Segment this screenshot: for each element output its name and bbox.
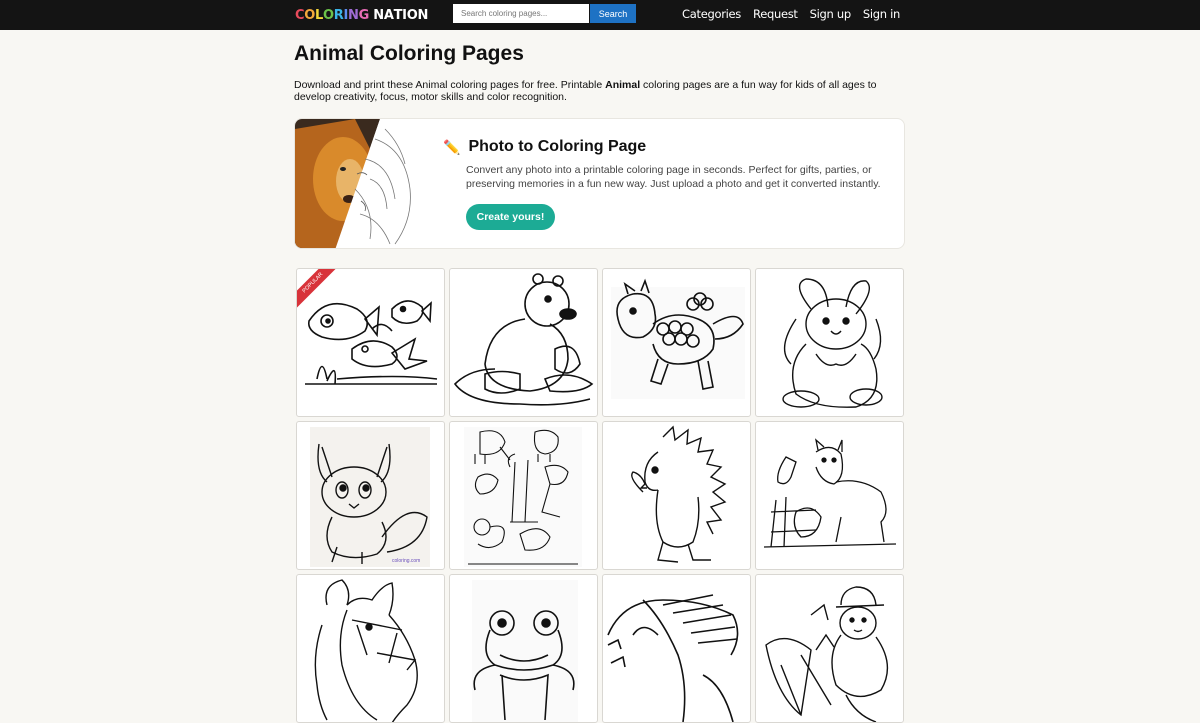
svg-text:coloring.com: coloring.com [392, 558, 420, 564]
photo-to-coloring-promo: ✏️ Photo to Coloring Page Convert any ph… [294, 118, 905, 249]
logo-letter: N [417, 8, 429, 23]
coloring-card-farm-horse[interactable] [755, 421, 904, 570]
coloring-card-frog[interactable] [449, 574, 598, 723]
farm-horse-drawing [763, 438, 897, 548]
logo-letter: R [333, 8, 344, 23]
search-input[interactable] [453, 4, 589, 23]
frog-drawing [472, 580, 578, 722]
fox-cub-drawing: coloring.com [310, 427, 430, 567]
lion-photo-image [295, 119, 420, 248]
beaver-drawing [453, 273, 594, 406]
logo-letter: N [348, 8, 359, 23]
main-nav: Categories Request Sign up Sign in [682, 7, 900, 21]
nav-sign-up[interactable]: Sign up [810, 7, 852, 21]
coloring-card-bear-carrots[interactable] [755, 574, 904, 723]
site-logo[interactable]: COLORING NATION [295, 8, 428, 23]
pony-drawing [611, 278, 745, 399]
coloring-card-horse-bridle[interactable] [296, 574, 445, 723]
promo-title-text: Photo to Coloring Page [468, 138, 647, 155]
search-button[interactable]: Search [590, 4, 636, 23]
coloring-card-pony[interactable] [602, 268, 751, 417]
top-navbar: COLORING NATION Search Categories Reques… [0, 0, 1200, 30]
logo-letter: C [295, 8, 305, 23]
logo-letter: T [393, 8, 403, 23]
bear-carrots-drawing [765, 586, 889, 722]
fish-head-drawing [607, 594, 739, 722]
nav-categories[interactable]: Categories [682, 7, 741, 21]
coloring-card-bunny[interactable] [755, 268, 904, 417]
page-intro: Download and print these Animal coloring… [294, 79, 914, 103]
hedgehog-drawing [631, 425, 727, 563]
logo-letter: L [315, 8, 323, 23]
logo-letter: O [323, 8, 334, 23]
horse-bridle-drawing [314, 579, 418, 722]
pencil-icon: ✏️ [443, 139, 461, 155]
coloring-card-fish[interactable]: POPULAR [296, 268, 445, 417]
coloring-card-fish-head[interactable] [602, 574, 751, 723]
bunny-drawing [782, 278, 883, 408]
logo-letter: A [383, 8, 394, 23]
promo-description: Convert any photo into a printable color… [466, 164, 881, 190]
logo-letter: N [373, 8, 384, 23]
logo-letter: G [358, 8, 370, 23]
logo-letter: O [304, 8, 316, 23]
nav-sign-in[interactable]: Sign in [863, 7, 900, 21]
intro-text-start: Download and print these Animal coloring… [294, 79, 606, 91]
zoo-animals-drawing [464, 427, 582, 567]
coloring-page-grid: POPULAR coloring.com [296, 268, 904, 723]
coloring-card-zoo-animals[interactable] [449, 421, 598, 570]
coloring-card-fox-cub[interactable]: coloring.com [296, 421, 445, 570]
coloring-card-beaver[interactable] [449, 268, 598, 417]
fish-drawing [305, 300, 438, 385]
create-yours-button[interactable]: Create yours! [466, 204, 555, 230]
logo-letter: O [406, 8, 418, 23]
nav-request[interactable]: Request [753, 7, 798, 21]
coloring-card-hedgehog[interactable] [602, 421, 751, 570]
promo-title: ✏️ Photo to Coloring Page [443, 138, 646, 156]
page-title: Animal Coloring Pages [294, 42, 524, 65]
intro-bold: Animal [605, 79, 641, 91]
